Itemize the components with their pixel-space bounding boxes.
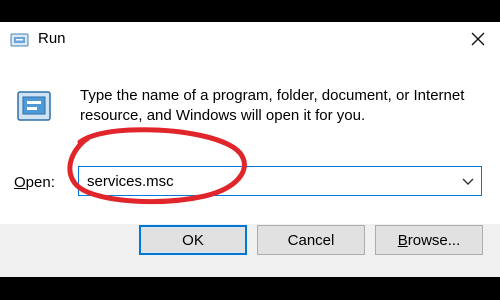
- browse-accel: B: [397, 231, 408, 249]
- browse-button-label: Browse...: [398, 232, 461, 249]
- open-label-accel: O: [14, 174, 26, 191]
- open-label-text: pen:: [25, 174, 55, 191]
- open-input-value[interactable]: services.msc: [87, 173, 174, 190]
- open-combobox[interactable]: services.msc: [78, 166, 482, 196]
- chevron-down-icon[interactable]: [461, 175, 475, 187]
- window-title: Run: [38, 30, 66, 47]
- run-dialog: Run Type the name of a program, folder, …: [0, 22, 500, 277]
- close-icon: [471, 32, 485, 46]
- browse-button[interactable]: Browse...: [375, 225, 483, 255]
- title-bar: Run: [0, 22, 500, 56]
- dialog-content: Type the name of a program, folder, docu…: [0, 56, 500, 224]
- ok-button[interactable]: OK: [139, 225, 247, 255]
- open-label: Open:: [14, 174, 55, 191]
- run-dialog-icon: [10, 33, 29, 47]
- run-program-icon: [17, 91, 51, 121]
- cancel-button[interactable]: Cancel: [257, 225, 365, 255]
- cancel-button-label: Cancel: [287, 231, 335, 249]
- browse-text: rowse...: [407, 231, 461, 249]
- screenshot-stage: Run Type the name of a program, folder, …: [0, 0, 500, 300]
- dialog-description: Type the name of a program, folder, docu…: [80, 87, 465, 124]
- ok-button-label: OK: [182, 231, 204, 249]
- close-button[interactable]: [456, 22, 500, 56]
